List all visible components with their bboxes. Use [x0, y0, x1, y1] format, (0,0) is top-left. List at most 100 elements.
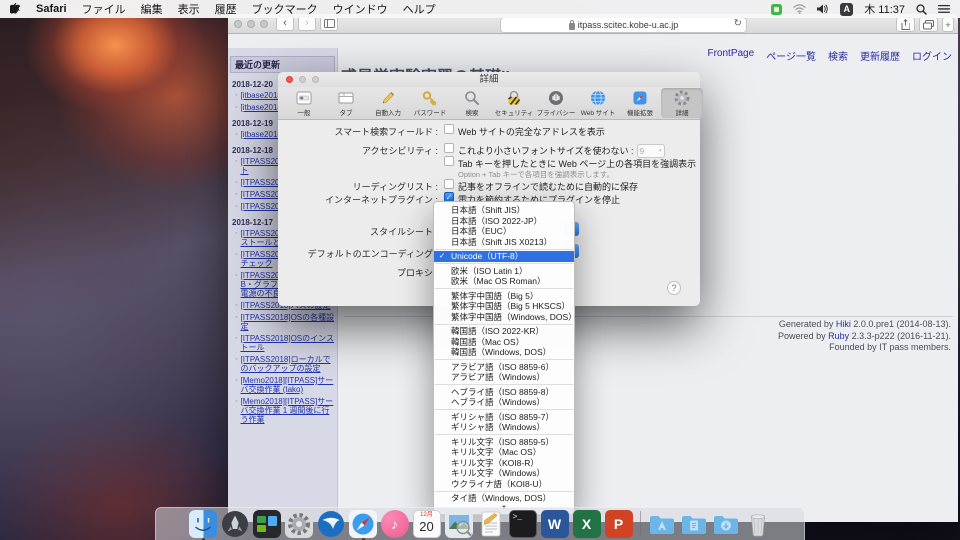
sidebar-link[interactable]: [ITPASS2018]OSのインストール	[240, 334, 335, 352]
back-button[interactable]: ‹	[276, 16, 294, 31]
sidebar-link[interactable]: [Memo2018][ITPASS]サーバ交換作業 1 週間後に行う作業	[240, 397, 335, 424]
prefs-tab-general[interactable]: 一般	[283, 88, 325, 118]
zoom-button[interactable]	[260, 20, 268, 28]
encoding-menu-item[interactable]: ウクライナ語（KOI8-U）	[434, 479, 574, 490]
notification-center-icon[interactable]	[938, 4, 950, 14]
encoding-menu-item[interactable]: 日本語（EUC）	[434, 226, 574, 237]
dock-folder-downloads-icon[interactable]	[712, 510, 740, 538]
encoding-menu-item[interactable]: ヘブライ語（ISO 8859-8）	[434, 387, 574, 398]
menu-ブックマーク[interactable]: ブックマーク	[252, 1, 318, 17]
encoding-menu-item[interactable]: 繁体字中国語（Big 5 HKSCS）	[434, 301, 574, 312]
dock-system-preferences-icon[interactable]	[285, 510, 313, 538]
menu-ファイル[interactable]: ファイル	[82, 1, 126, 17]
dock-word-icon[interactable]: W	[541, 510, 569, 538]
encoding-menu-item[interactable]: 韓国語（Mac OS）	[434, 337, 574, 348]
encoding-menu-item[interactable]: 日本語（ISO 2022-JP）	[434, 216, 574, 227]
dock-safari-icon[interactable]	[349, 510, 377, 538]
dock-calendar-icon[interactable]: 12月20	[413, 510, 441, 538]
dock-folder-documents-icon[interactable]	[680, 510, 708, 538]
new-tab-button[interactable]: +	[942, 17, 954, 32]
encoding-menu-item[interactable]: 繁体字中国語（Big 5）	[434, 291, 574, 302]
input-source-icon[interactable]: A	[840, 3, 853, 16]
sidebar-link[interactable]: [ITPASS2018]OSの各種設定	[240, 313, 335, 331]
encoding-menu-item[interactable]: ギリシャ語（Windows）	[434, 422, 574, 433]
menu-ヘルプ[interactable]: ヘルプ	[403, 1, 436, 17]
apple-menu-icon[interactable]	[10, 3, 21, 16]
dock-textedit-icon[interactable]	[477, 510, 505, 538]
prefs-tab-passwords[interactable]: パスワード	[409, 88, 451, 118]
prefs-tab-search[interactable]: 検索	[451, 88, 493, 118]
dock-trash-icon[interactable]	[744, 510, 772, 538]
bullet-icon: ◦	[235, 313, 237, 331]
site-nav-link-FrontPage[interactable]: FrontPage	[707, 48, 754, 63]
reload-button[interactable]: ↻	[734, 18, 742, 29]
help-button[interactable]: ?	[667, 281, 681, 295]
menu-ウインドウ[interactable]: ウインドウ	[333, 1, 388, 17]
dock-excel-icon[interactable]: X	[573, 510, 601, 538]
volume-icon[interactable]	[817, 4, 829, 14]
dock-powerpoint-icon[interactable]: P	[605, 510, 633, 538]
dock-thunderbird-icon[interactable]	[317, 510, 345, 538]
prefs-tab-tabs[interactable]: タブ	[325, 88, 367, 118]
share-button[interactable]	[896, 17, 915, 32]
site-nav-link-更新履歴[interactable]: 更新履歴	[860, 48, 900, 63]
reading-list-checkbox[interactable]	[444, 179, 454, 189]
address-bar[interactable]: itpass.scitec.kobe-u.ac.jp ↻	[500, 17, 747, 33]
dock-itunes-icon[interactable]: ♪	[381, 510, 409, 538]
encoding-menu-item[interactable]: アラビア語（Windows）	[434, 372, 574, 383]
encoding-menu-item[interactable]: ギリシャ語（ISO 8859-7）	[434, 412, 574, 423]
dock-launchpad-icon[interactable]	[221, 510, 249, 538]
prefs-tab-websites[interactable]: Web サイト	[577, 88, 619, 118]
encoding-menu-item[interactable]: タイ語（Windows, DOS）	[434, 493, 574, 504]
smart-search-checkbox[interactable]	[444, 124, 454, 134]
close-button[interactable]	[234, 20, 242, 28]
min-font-size-checkbox[interactable]	[444, 143, 454, 153]
dock-terminal-icon[interactable]: >_	[509, 510, 537, 538]
active-app-name[interactable]: Safari	[36, 3, 67, 15]
encoding-menu-item[interactable]: 韓国語（ISO 2022-KR）	[434, 326, 574, 337]
encoding-menu-item[interactable]: ✓Unicode（UTF-8）	[434, 251, 574, 262]
encoding-menu-item[interactable]: 韓国語（Windows, DOS）	[434, 347, 574, 358]
encoding-menu-item[interactable]: キリル文字（KOI8-R）	[434, 458, 574, 469]
encoding-menu-item[interactable]: アラビア語（ISO 8859-6）	[434, 362, 574, 373]
minimize-button[interactable]	[247, 20, 255, 28]
sidebar-link[interactable]: [ITPASS2018]ローカルでのバックアップの設定	[240, 355, 335, 373]
dock-mission-control-icon[interactable]	[253, 510, 281, 538]
sidebar-toggle-button[interactable]	[320, 16, 338, 31]
dock-folder-applications-icon[interactable]	[648, 510, 676, 538]
sidebar-link[interactable]: [Memo2018][ITPASS]サーバ交換作業 (tako)	[240, 376, 335, 394]
tab-highlight-checkbox[interactable]	[444, 156, 454, 166]
encoding-menu-item[interactable]: 欧米（ISO Latin 1）	[434, 266, 574, 277]
encoding-menu-item[interactable]: キリル文字（Windows）	[434, 468, 574, 479]
menu-編集[interactable]: 編集	[141, 1, 163, 17]
prefs-tab-advanced[interactable]: 詳細	[661, 88, 703, 118]
dock-finder-icon[interactable]	[189, 510, 217, 538]
font-size-select[interactable]: 9▾	[637, 144, 665, 158]
prefs-tab-security[interactable]: セキュリティ	[493, 88, 535, 118]
encoding-menu-item[interactable]: キリル文字（Mac OS）	[434, 447, 574, 458]
hiki-link[interactable]: Hiki	[836, 319, 851, 329]
prefs-tab-autofill[interactable]: 自動入力	[367, 88, 409, 118]
encoding-menu-item[interactable]: 日本語（Shift JIS X0213）	[434, 237, 574, 248]
encoding-menu-item[interactable]: 日本語（Shift JIS）	[434, 205, 574, 216]
encoding-menu-item[interactable]: ヘブライ語（Windows）	[434, 397, 574, 408]
tab-overview-button[interactable]	[919, 17, 938, 32]
prefs-tab-extensions[interactable]: 機能拡張	[619, 88, 661, 118]
wifi-icon[interactable]	[793, 4, 806, 14]
ruby-link[interactable]: Ruby	[828, 331, 849, 341]
encoding-menu-item[interactable]: 繁体字中国語（Windows, DOS）	[434, 312, 574, 323]
forward-button[interactable]: ›	[298, 16, 316, 31]
menu-表示[interactable]: 表示	[178, 1, 200, 17]
encoding-menu-item[interactable]: 欧米（Mac OS Roman）	[434, 276, 574, 287]
site-nav-link-ログイン[interactable]: ログイン	[912, 48, 952, 63]
prefs-tab-privacy[interactable]: プライバシー	[535, 88, 577, 118]
prefs-close-button[interactable]	[286, 76, 293, 83]
site-nav-link-ページ一覧[interactable]: ページ一覧	[766, 48, 816, 63]
encoding-menu-item[interactable]: キリル文字（ISO 8859-5）	[434, 437, 574, 448]
spotlight-icon[interactable]	[916, 4, 927, 15]
site-nav-link-検索[interactable]: 検索	[828, 48, 848, 63]
dock-preview-icon[interactable]	[445, 510, 473, 538]
menu-bar-clock[interactable]: 木 11:37	[864, 1, 905, 17]
menu-履歴[interactable]: 履歴	[215, 1, 237, 17]
status-app-icon[interactable]	[771, 4, 782, 15]
